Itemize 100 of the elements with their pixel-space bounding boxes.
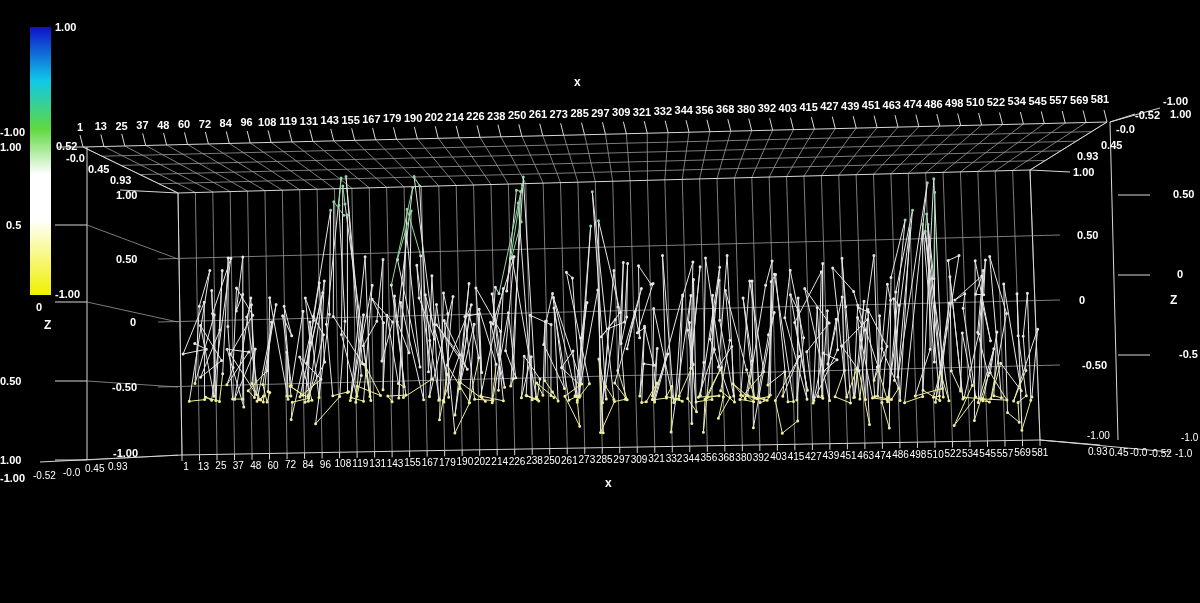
axis-title: x (605, 476, 612, 490)
tick-label: 581 (1031, 447, 1049, 458)
tick-label: 415 (799, 101, 818, 113)
tick-label: 37 (232, 460, 244, 472)
tick-label: 510 (927, 448, 944, 460)
tick-label: -0.52 (1135, 109, 1161, 121)
tick-label: 522 (944, 448, 962, 460)
tick-label: 427 (805, 450, 822, 462)
tick-label: 486 (892, 449, 909, 461)
tick-label: 0.93 (1077, 150, 1099, 162)
tick-label: 474 (874, 449, 892, 461)
tick-label: 179 (439, 456, 456, 468)
tick-label: -1.0 (1181, 432, 1199, 443)
tick-label: 84 (302, 459, 314, 470)
tick-label: 155 (404, 457, 421, 469)
tick-label: 463 (857, 449, 875, 461)
color-scale-label: 1.00 (55, 21, 77, 33)
tick-label: 60 (178, 118, 191, 131)
tick-label: 226 (466, 110, 485, 123)
tick-label: -0.0 (66, 152, 85, 164)
tick-label: 1 (76, 121, 84, 133)
tick-label: 297 (591, 106, 610, 119)
tick-label: 557 (996, 447, 1014, 459)
tick-label: 0.50 (116, 253, 138, 265)
tick-label: 427 (820, 100, 839, 113)
tick-label: 285 (595, 454, 613, 466)
tick-label: 545 (1028, 94, 1047, 107)
tick-label: 321 (632, 105, 652, 118)
tick-label: 190 (403, 111, 423, 124)
tick-label: 13 (197, 460, 209, 472)
tick-label: 238 (526, 455, 543, 467)
tick-label: 0.93 (108, 461, 128, 472)
tick-label: -1.00 (1163, 95, 1189, 107)
tick-label: 0.93 (110, 174, 132, 186)
tick-label: 190 (456, 456, 474, 468)
tick-label: 214 (491, 455, 509, 467)
tick-label: -1.00 (113, 447, 139, 459)
tick-label: 332 (653, 105, 673, 117)
tick-label: -1.00 (1087, 430, 1110, 441)
tick-label: -0.52 (33, 470, 56, 481)
tick-label: 344 (674, 104, 693, 117)
tick-label: -0.52 (1149, 448, 1172, 459)
tick-label: 119 (279, 115, 298, 128)
tick-label: 534 (961, 448, 979, 460)
tick-label: 1.00 (0, 454, 22, 466)
tick-label: 119 (352, 458, 369, 470)
tick-label: 344 (683, 452, 700, 464)
tick-label: 108 (334, 458, 352, 470)
tick-label: 13 (94, 120, 107, 133)
tick-label: 498 (945, 97, 964, 109)
tick-label: 403 (778, 101, 797, 114)
tick-label: 380 (735, 451, 753, 463)
tick-label: 569 (1014, 447, 1031, 459)
tick-label: 0 (1177, 268, 1184, 280)
tick-label: 143 (386, 457, 404, 469)
tick-label: 273 (578, 454, 596, 466)
tick-label: -0.0 (63, 467, 81, 478)
tick-label: 96 (240, 116, 253, 129)
tick-label: 250 (543, 455, 561, 466)
tick-label: 261 (528, 108, 548, 121)
axis-title: x (574, 75, 581, 89)
tick-label: 392 (752, 451, 770, 463)
tick-label: 0.50 (1173, 188, 1195, 200)
tick-label: 415 (787, 451, 805, 462)
tick-label: 356 (700, 452, 718, 464)
tick-label: -0.50 (112, 381, 138, 393)
tick-label: 510 (965, 96, 985, 109)
tick-label: 522 (986, 95, 1006, 108)
tick-label: -1.00 (0, 472, 26, 484)
tick-label: 0.52 (56, 140, 78, 152)
tick-label: 368 (717, 452, 735, 464)
tick-label: 1.00 (116, 189, 138, 201)
tick-label: 0 (130, 316, 137, 328)
tick-label: 0.93 (1088, 446, 1108, 457)
tick-label: 1 (183, 461, 189, 472)
tick-label: 1.00 (1073, 166, 1095, 178)
tick-label: 25 (215, 460, 227, 472)
tick-label: 451 (839, 450, 857, 462)
tick-label: 167 (362, 113, 381, 125)
axis-title: Z (1170, 293, 1178, 307)
tick-label: 261 (561, 454, 578, 466)
tick-label: 131 (369, 457, 387, 469)
tick-label: 545 (979, 447, 997, 459)
color-scale-label: -1.00 (0, 126, 26, 138)
color-scale-label: 0 (36, 301, 43, 313)
tick-label: 48 (157, 118, 170, 131)
tick-label: 451 (861, 99, 881, 112)
tick-label: 368 (716, 103, 735, 116)
tick-label: 179 (383, 112, 402, 125)
tick-label: 380 (736, 102, 756, 115)
tick-label: 1.00 (1170, 108, 1192, 120)
tick-label: 60 (267, 459, 279, 471)
tick-label: 84 (219, 117, 232, 129)
tick-label: 37 (136, 119, 149, 132)
tick-label: 273 (549, 107, 568, 120)
color-scale-label: 0.5 (6, 219, 22, 231)
tick-label: 96 (319, 458, 331, 470)
tick-label: -0.0 (1116, 123, 1135, 135)
tick-label: 498 (909, 449, 927, 460)
tick-label: 403 (770, 451, 787, 463)
